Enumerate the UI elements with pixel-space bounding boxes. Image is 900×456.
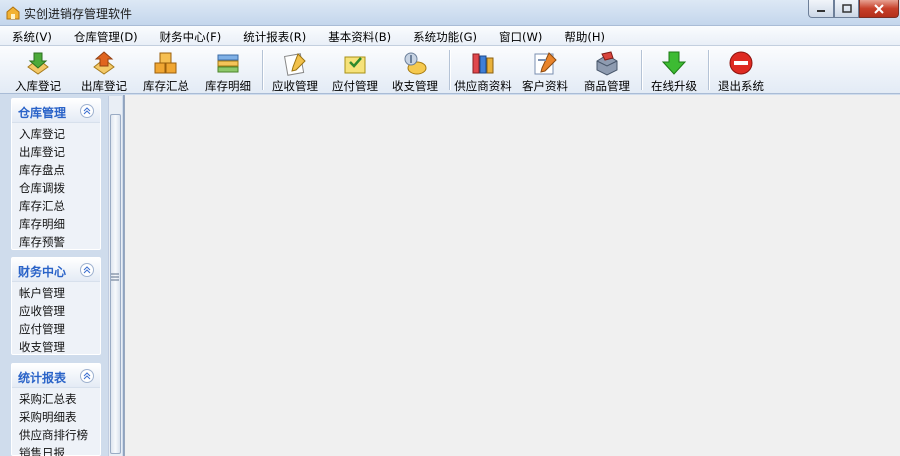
nav-group-header[interactable]: 仓库管理 — [12, 99, 100, 123]
stock-in-icon — [27, 52, 49, 75]
close-icon — [874, 3, 884, 14]
splitter-grip-icon[interactable] — [111, 272, 119, 282]
nav-group-warehouse: 仓库管理 入库登记 出库登记 库存盘点 仓库调拨 库存汇总 库存明细 库存预警 — [11, 98, 101, 250]
minimize-button[interactable] — [808, 0, 834, 18]
stock-detail-button[interactable]: 库存明细 — [198, 46, 258, 94]
exit-button[interactable]: 退出系统 — [712, 46, 770, 94]
scrollbar-thumb[interactable] — [110, 114, 121, 454]
nav-item-daily-sales[interactable]: 销售日报 — [12, 442, 100, 456]
nav-item-purchase-summary[interactable]: 采购汇总表 — [12, 388, 100, 406]
menu-window[interactable]: 窗口(W) — [487, 26, 552, 46]
nav-item-stock-out[interactable]: 出库登记 — [12, 141, 100, 159]
customer-button[interactable]: 客户资料 — [516, 46, 574, 94]
toolbar-separator — [449, 50, 450, 90]
nav-group-title: 统计报表 — [18, 371, 67, 385]
supplier-icon — [472, 53, 494, 74]
stock-out-button[interactable]: 出库登记 — [74, 46, 134, 94]
supplier-button[interactable]: 供应商资料 — [452, 46, 514, 94]
menu-warehouse[interactable]: 仓库管理(D) — [62, 26, 148, 46]
receivable-button[interactable]: 应收管理 — [266, 46, 324, 94]
nav-item-purchase-detail[interactable]: 采购明细表 — [12, 406, 100, 424]
nav-item-stock-alert[interactable]: 库存预警 — [12, 231, 100, 249]
chevron-up-icon — [83, 266, 91, 274]
goods-icon — [596, 51, 618, 76]
toolbar-separator — [641, 50, 642, 90]
app-icon — [6, 6, 20, 20]
nav-item-stock-summary[interactable]: 库存汇总 — [12, 195, 100, 213]
menu-system[interactable]: 系统(V) — [0, 26, 62, 46]
stock-out-icon — [93, 51, 115, 75]
customer-icon — [534, 52, 557, 75]
close-button[interactable] — [859, 0, 899, 18]
nav-item-payable[interactable]: 应付管理 — [12, 318, 100, 336]
mdi-workspace[interactable] — [124, 95, 900, 456]
maximize-button[interactable] — [834, 0, 859, 18]
collapse-button[interactable] — [80, 263, 94, 277]
collapse-button[interactable] — [80, 369, 94, 383]
cash-icon — [404, 52, 427, 75]
receivable-icon — [283, 53, 306, 76]
nav-item-transfer[interactable]: 仓库调拨 — [12, 177, 100, 195]
chevron-up-icon — [83, 372, 91, 380]
nav-item-stock-in[interactable]: 入库登记 — [12, 123, 100, 141]
books-icon — [217, 54, 239, 73]
stock-in-button[interactable]: 入库登记 — [8, 46, 68, 94]
cash-button[interactable]: 收支管理 — [386, 46, 444, 94]
stop-icon — [729, 51, 753, 75]
nav-item-receivable[interactable]: 应收管理 — [12, 300, 100, 318]
nav-group-header[interactable]: 财务中心 — [12, 258, 100, 282]
title-bar: 实创进销存管理软件 — [0, 0, 900, 26]
nav-item-inventory-count[interactable]: 库存盘点 — [12, 159, 100, 177]
toolbar-separator — [262, 50, 263, 90]
menu-bar: 系统(V) 仓库管理(D) 财务中心(F) 统计报表(R) 基本资料(B) 系统… — [0, 26, 900, 46]
chevron-up-icon — [83, 107, 91, 115]
nav-item-accounts[interactable]: 帐户管理 — [12, 282, 100, 300]
nav-item-supplier-ranking[interactable]: 供应商排行榜 — [12, 424, 100, 442]
window-title: 实创进销存管理软件 — [24, 7, 133, 21]
down-arrow-icon — [661, 51, 687, 75]
payable-icon — [344, 56, 366, 74]
collapse-button[interactable] — [80, 104, 94, 118]
nav-pane: 仓库管理 入库登记 出库登记 库存盘点 仓库调拨 库存汇总 库存明细 库存预警 … — [0, 95, 124, 456]
toolbar: 入库登记 出库登记 库存汇总 库存明细 应收管理 应付管理 收支管理 供应商资料… — [0, 46, 900, 94]
menu-finance[interactable]: 财务中心(F) — [148, 26, 232, 46]
nav-group-header[interactable]: 统计报表 — [12, 364, 100, 388]
menu-basic-data[interactable]: 基本资料(B) — [316, 26, 401, 46]
boxes-icon — [154, 52, 177, 74]
stock-summary-button[interactable]: 库存汇总 — [136, 46, 196, 94]
nav-item-cash[interactable]: 收支管理 — [12, 336, 100, 354]
upgrade-button[interactable]: 在线升级 — [645, 46, 703, 94]
nav-group-finance: 财务中心 帐户管理 应收管理 应付管理 收支管理 — [11, 257, 101, 355]
menu-help[interactable]: 帮助(H) — [552, 26, 615, 46]
minimize-icon — [817, 9, 825, 12]
nav-group-title: 仓库管理 — [18, 106, 67, 120]
menu-system-functions[interactable]: 系统功能(G) — [401, 26, 487, 46]
toolbar-separator — [708, 50, 709, 90]
payable-button[interactable]: 应付管理 — [326, 46, 384, 94]
nav-group-reports: 统计报表 采购汇总表 采购明细表 供应商排行榜 销售日报 — [11, 363, 101, 456]
menu-reports[interactable]: 统计报表(R) — [231, 26, 316, 46]
goods-button[interactable]: 商品管理 — [576, 46, 638, 94]
maximize-icon — [841, 4, 852, 13]
nav-group-title: 财务中心 — [18, 265, 67, 279]
nav-item-stock-detail[interactable]: 库存明细 — [12, 213, 100, 231]
